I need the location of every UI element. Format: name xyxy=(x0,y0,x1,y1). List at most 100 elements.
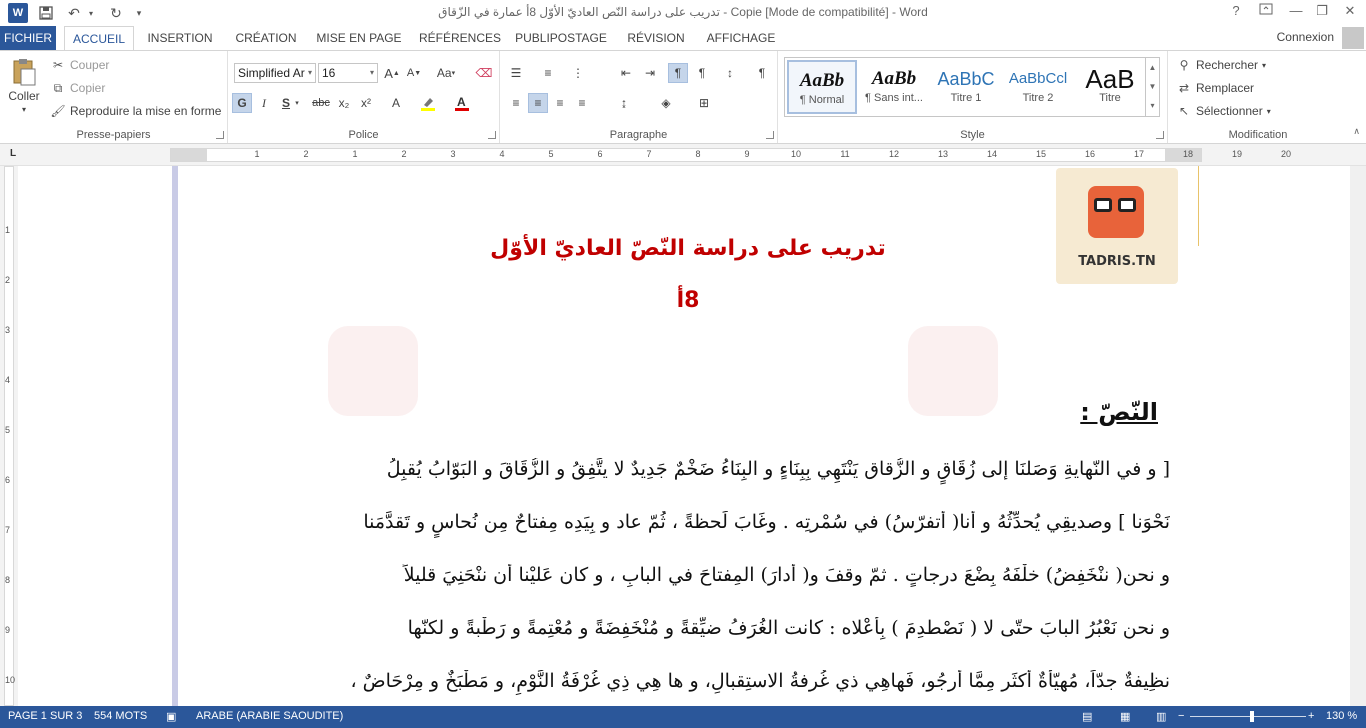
tab-view[interactable]: AFFICHAGE xyxy=(700,26,782,50)
zoom-level[interactable]: 130 % xyxy=(1326,710,1357,722)
align-right-icon[interactable]: ≡ xyxy=(550,93,570,113)
style-title[interactable]: AaB Titre xyxy=(1075,60,1145,114)
vertical-ruler-tick-label: 6 xyxy=(5,475,11,485)
read-mode-icon[interactable]: ▤ xyxy=(1082,710,1092,723)
font-color-button[interactable]: A xyxy=(452,93,472,113)
zoom-slider-thumb[interactable] xyxy=(1250,711,1254,722)
align-center-icon[interactable]: ≡ xyxy=(528,93,548,113)
font-name-dropdown-icon[interactable]: ▾ xyxy=(308,64,312,82)
ruler-tick-label: 1 xyxy=(254,149,260,159)
watermark-logo xyxy=(908,326,998,416)
align-left-icon[interactable]: ≡ xyxy=(506,93,526,113)
justify-icon[interactable]: ≡ xyxy=(572,93,592,113)
show-marks-button[interactable]: ¶ xyxy=(752,63,772,83)
restore-icon[interactable]: ❐ xyxy=(1310,3,1334,21)
zoom-in-button[interactable]: + xyxy=(1308,710,1314,722)
chevron-down-icon[interactable]: ▼ xyxy=(1146,77,1159,96)
style-normal[interactable]: AaBb ¶ Normal xyxy=(787,60,857,114)
font-size-dropdown-icon[interactable]: ▾ xyxy=(370,64,374,82)
clipboard-launcher-icon[interactable] xyxy=(216,131,224,139)
bullets-icon[interactable]: ☰ xyxy=(506,63,526,83)
web-layout-icon[interactable]: ▥ xyxy=(1156,710,1166,723)
cut-button[interactable]: ✂ Couper xyxy=(50,57,109,73)
decrease-indent-icon[interactable]: ⇤ xyxy=(616,63,636,83)
minimize-icon[interactable]: — xyxy=(1284,3,1308,21)
vertical-ruler[interactable]: 1 2 3 4 5 6 7 8 9 10 xyxy=(0,166,18,706)
style-title-sample: AaB xyxy=(1085,64,1135,94)
replace-button[interactable]: ⇄ Remplacer xyxy=(1176,80,1254,96)
zoom-out-button[interactable]: − xyxy=(1178,710,1184,722)
zoom-slider-track[interactable] xyxy=(1190,716,1306,717)
grow-font-button[interactable]: A ▲ xyxy=(382,63,402,83)
ltr-direction-icon[interactable]: ¶ xyxy=(668,63,688,83)
page-count[interactable]: PAGE 1 SUR 3 xyxy=(8,710,82,722)
rtl-direction-icon[interactable]: ¶ xyxy=(692,63,712,83)
tab-insert[interactable]: INSERTION xyxy=(142,26,218,50)
document-page[interactable]: TADRIS.TN تدريب على دراسة النّصّ العاديّ… xyxy=(178,166,1198,706)
sign-in-link[interactable]: Connexion xyxy=(1277,26,1334,48)
select-dropdown-icon[interactable]: ▾ xyxy=(1267,107,1271,116)
highlight-color-button[interactable] xyxy=(418,93,438,113)
horizontal-ruler-area: 1 2 1 2 3 4 5 6 7 8 9 10 11 12 13 14 15 16 17 18 19 20 xyxy=(0,144,1366,166)
gallery-more-icon[interactable]: ▾ xyxy=(1146,96,1159,115)
bold-button[interactable]: G xyxy=(232,93,252,113)
tab-layout[interactable]: MISE EN PAGE xyxy=(312,26,406,50)
strikethrough-button[interactable]: abc xyxy=(308,93,334,113)
shrink-font-button[interactable]: A ▼ xyxy=(404,63,424,83)
increase-indent-icon[interactable]: ⇥ xyxy=(640,63,660,83)
format-painter-button[interactable]: 🖌 Reproduire la mise en forme xyxy=(50,103,221,119)
vertical-scrollbar[interactable] xyxy=(1350,166,1366,706)
language-indicator[interactable]: ARABE (ARABIE SAOUDITE) xyxy=(196,710,343,722)
superscript-button[interactable]: x² xyxy=(356,93,376,113)
tab-file[interactable]: FICHIER xyxy=(0,26,56,50)
close-icon[interactable]: ✕ xyxy=(1338,3,1362,21)
tab-home[interactable]: ACCUEIL xyxy=(64,26,134,51)
help-button[interactable]: ? xyxy=(1224,3,1248,21)
sort-icon[interactable]: ↕ xyxy=(720,63,740,83)
subscript-button[interactable]: x₂ xyxy=(334,93,354,113)
change-case-button[interactable]: Aa ▾ xyxy=(432,63,460,83)
tab-selector[interactable]: L xyxy=(6,148,20,162)
tv-mascot-icon xyxy=(1088,186,1144,238)
shading-icon[interactable]: ◈ xyxy=(656,93,676,113)
tab-design[interactable]: CRÉATION xyxy=(228,26,304,50)
clear-formatting-icon[interactable]: ⌫ xyxy=(474,63,494,83)
style-no-spacing[interactable]: AaBb ¶ Sans int... xyxy=(859,60,929,114)
font-size-box[interactable]: 16 ▾ xyxy=(318,63,378,83)
line-spacing-icon[interactable]: ↨ xyxy=(614,93,634,113)
find-dropdown-icon[interactable]: ▾ xyxy=(1262,61,1266,70)
copy-button[interactable]: ⧉ Copier xyxy=(50,80,106,96)
underline-dropdown-icon[interactable]: ▾ xyxy=(292,93,302,113)
paragraph-launcher-icon[interactable] xyxy=(766,131,774,139)
paste-icon xyxy=(13,59,36,86)
window-title: تدريب على دراسة النّص العاديّ الأوّل 8أ … xyxy=(438,5,928,19)
font-name-box[interactable]: Simplified Ar ▾ xyxy=(234,63,316,83)
font-launcher-icon[interactable] xyxy=(488,131,496,139)
styles-gallery-scroll[interactable]: ▲ ▼ ▾ xyxy=(1145,58,1159,116)
style-heading2[interactable]: AaBbCcl Titre 2 xyxy=(1003,60,1073,114)
horizontal-ruler[interactable]: 1 2 1 2 3 4 5 6 7 8 9 10 11 12 13 14 15 16 17 18 19 20 xyxy=(170,148,1291,162)
tab-mailings[interactable]: PUBLIPOSTAGE xyxy=(512,26,610,50)
word-count[interactable]: 554 MOTS xyxy=(94,710,147,722)
style-heading1[interactable]: AaBbC Titre 1 xyxy=(931,60,1001,114)
select-button[interactable]: ↖ Sélectionner ▾ xyxy=(1176,103,1271,119)
styles-launcher-icon[interactable] xyxy=(1156,131,1164,139)
avatar[interactable] xyxy=(1342,27,1364,49)
paste-dropdown-icon[interactable]: ▾ xyxy=(22,105,26,114)
numbering-icon[interactable]: ≡ xyxy=(538,63,558,83)
ruler-tick-label: 20 xyxy=(1280,149,1291,159)
chevron-up-icon[interactable]: ▲ xyxy=(1146,58,1159,77)
text-effects-icon[interactable]: A xyxy=(386,93,406,113)
italic-button[interactable]: I xyxy=(254,93,274,113)
borders-icon[interactable]: ⊞ xyxy=(694,93,714,113)
font-color-icon: A xyxy=(455,95,469,111)
find-button[interactable]: ⚲ Rechercher ▾ xyxy=(1176,57,1266,73)
proofing-icon[interactable]: ▣ xyxy=(166,710,176,723)
multilevel-list-icon[interactable]: ⋮ xyxy=(568,63,588,83)
tab-references[interactable]: RÉFÉRENCES xyxy=(416,26,504,50)
collapse-ribbon-icon[interactable]: ∧ xyxy=(1353,126,1360,137)
ribbon-display-options-icon[interactable] xyxy=(1254,3,1278,21)
print-layout-icon[interactable]: ▦ xyxy=(1120,710,1130,723)
paste-button[interactable]: Coller ▾ xyxy=(6,57,42,114)
tab-review[interactable]: RÉVISION xyxy=(620,26,692,50)
